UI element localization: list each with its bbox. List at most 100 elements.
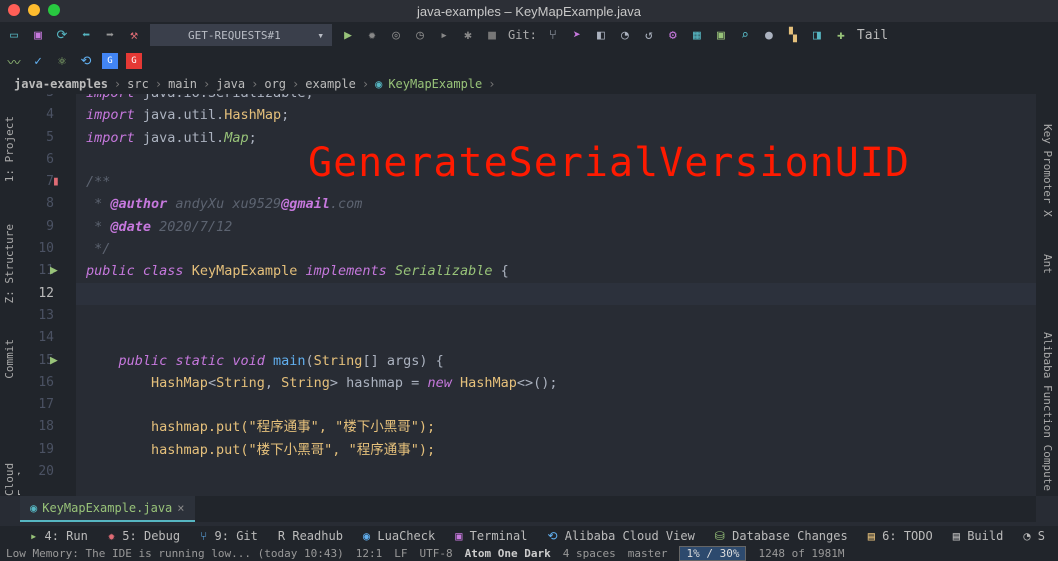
tool-build[interactable]: ▤ Build bbox=[953, 529, 1004, 543]
git-branch[interactable]: master bbox=[628, 547, 668, 560]
breadcrumb-main[interactable]: main bbox=[168, 77, 197, 91]
open-folder-icon[interactable]: ▭ bbox=[6, 27, 22, 43]
breadcrumb-org[interactable]: org bbox=[264, 77, 286, 91]
close-window-button[interactable] bbox=[8, 4, 20, 16]
status-message[interactable]: Low Memory: The IDE is running low... (t… bbox=[6, 547, 344, 560]
code-line[interactable]: * @date 2020/7/12 bbox=[76, 216, 1058, 238]
breadcrumb-src[interactable]: src bbox=[127, 77, 149, 91]
close-tab-icon[interactable]: × bbox=[177, 501, 184, 515]
line-number: 9 bbox=[46, 218, 54, 234]
caret-position[interactable]: 12:1 bbox=[356, 547, 383, 560]
tool-terminal[interactable]: ▣ Terminal bbox=[455, 529, 527, 543]
code-line[interactable] bbox=[76, 327, 1058, 349]
tool-run[interactable]: ▸ 4: Run bbox=[30, 529, 88, 543]
theme[interactable]: Atom One Dark bbox=[465, 547, 551, 560]
tool-ant[interactable]: Ant bbox=[1041, 254, 1054, 274]
build-hammer-icon[interactable]: ⚒ bbox=[126, 27, 142, 43]
code-line[interactable]: hashmap.put("楼下小黑哥", "程序通事"); bbox=[76, 439, 1058, 461]
tool-luacheck[interactable]: ◉ LuaCheck bbox=[363, 529, 435, 543]
git-compare-icon[interactable]: ◧ bbox=[593, 27, 609, 43]
run-config-select[interactable]: GET-REQUESTS#1 ▾ bbox=[150, 24, 332, 46]
search-icon[interactable]: ⌕ bbox=[737, 27, 753, 43]
tool-alibaba-function-compute[interactable]: Alibaba Function Compute bbox=[1041, 332, 1054, 491]
settings-gear-icon[interactable]: ⚙ bbox=[665, 27, 681, 43]
check-circle-icon[interactable]: ✓ bbox=[30, 53, 46, 69]
line-number: 7 ▮ bbox=[20, 171, 60, 193]
line-number: 6 bbox=[46, 151, 54, 167]
atom-icon[interactable]: ⚛ bbox=[54, 53, 70, 69]
code-line[interactable]: */ bbox=[76, 238, 1058, 260]
tool-project[interactable]: 1: Project bbox=[3, 116, 16, 182]
line-number: 15 ▶ bbox=[20, 350, 57, 372]
save-icon[interactable]: ▣ bbox=[30, 27, 46, 43]
encoding[interactable]: UTF-8 bbox=[420, 547, 453, 560]
code-line[interactable]: import java.util.HashMap; bbox=[76, 104, 1058, 126]
editor-tabs: ◉ KeyMapExample.java × bbox=[20, 496, 1036, 522]
cpu-usage: 1% / 30% bbox=[679, 546, 747, 561]
tool-git[interactable]: ⑂ 9: Git bbox=[200, 529, 258, 543]
code-line[interactable]: public static void main(String[] args) { bbox=[76, 350, 1058, 372]
attach-icon[interactable]: ✱ bbox=[460, 27, 476, 43]
run-dropdown-icon[interactable]: ▸ bbox=[436, 27, 452, 43]
breadcrumb-java[interactable]: java bbox=[216, 77, 245, 91]
tool-debug[interactable]: ✹ 5: Debug bbox=[108, 529, 180, 543]
tab-keymapexample[interactable]: ◉ KeyMapExample.java × bbox=[20, 496, 195, 522]
window-title: java-examples – KeyMapExample.java bbox=[417, 3, 641, 19]
debug-icon[interactable]: ✹ bbox=[364, 27, 380, 43]
back-icon[interactable]: ⬅ bbox=[78, 27, 94, 43]
git-branch-icon[interactable]: ⑂ bbox=[545, 27, 561, 43]
tool-commit[interactable]: Commit bbox=[3, 339, 16, 379]
memory-indicator[interactable]: 1248 of 1981M bbox=[758, 547, 844, 560]
code-line[interactable]: * @author andyXu xu9529@gmail.com bbox=[76, 193, 1058, 215]
zoom-window-button[interactable] bbox=[48, 4, 60, 16]
code-line[interactable]: HashMap<String, String> hashmap = new Ha… bbox=[76, 372, 1058, 394]
indent[interactable]: 4 spaces bbox=[563, 547, 616, 560]
plugin-icon[interactable]: ● bbox=[761, 27, 777, 43]
tool-more[interactable]: ◔ S bbox=[1023, 529, 1045, 543]
bookmark-icon[interactable]: ▮ bbox=[52, 171, 60, 193]
breadcrumb: java-examples › src › main › java › org › exa… bbox=[0, 74, 1058, 94]
line-number: 14 bbox=[38, 330, 54, 346]
git-push-icon[interactable]: ➤ bbox=[569, 27, 585, 43]
run-gutter-icon[interactable]: ▶ bbox=[50, 350, 58, 372]
line-number: 19 bbox=[38, 441, 54, 457]
code-line[interactable] bbox=[76, 305, 1058, 327]
code-line[interactable] bbox=[76, 394, 1058, 416]
tool-structure[interactable]: Z: Structure bbox=[3, 224, 16, 303]
puzzle-icon[interactable]: ✚ bbox=[833, 27, 849, 43]
terminal-icon[interactable]: ▣ bbox=[713, 27, 729, 43]
breadcrumb-example[interactable]: example bbox=[305, 77, 356, 91]
project-structure-icon[interactable]: ▦ bbox=[689, 27, 705, 43]
tool-key-promoter[interactable]: Key Promoter X bbox=[1041, 124, 1054, 217]
git-history-icon[interactable]: ◔ bbox=[617, 27, 633, 43]
tool-database-changes[interactable]: ⛁ Database Changes bbox=[715, 529, 848, 543]
code-line[interactable]: hashmap.put("程序通事", "楼下小黑哥"); bbox=[76, 416, 1058, 438]
tool-readhub[interactable]: R Readhub bbox=[278, 529, 343, 543]
overlay-caption: GenerateSerialVersionUID bbox=[308, 140, 910, 186]
coverage-icon[interactable]: ◎ bbox=[388, 27, 404, 43]
refresh-cloud-icon[interactable]: ⟲ bbox=[78, 53, 94, 69]
sync-icon[interactable]: ⟳ bbox=[54, 27, 70, 43]
tool-todo[interactable]: ▤ 6: TODO bbox=[868, 529, 933, 543]
activity-monitor-icon[interactable]: 〰 bbox=[6, 53, 22, 71]
tool-icon[interactable]: ◨ bbox=[809, 27, 825, 43]
profile-icon[interactable]: ◷ bbox=[412, 27, 428, 43]
git-rollback-icon[interactable]: ↺ bbox=[641, 27, 657, 43]
tool-alibaba-cloud-view[interactable]: ⟲ Alibaba Cloud View bbox=[547, 529, 694, 543]
forward-icon[interactable]: ➡ bbox=[102, 27, 118, 43]
breadcrumb-project[interactable]: java-examples bbox=[14, 77, 108, 91]
minimize-window-button[interactable] bbox=[28, 4, 40, 16]
run-icon[interactable]: ▶ bbox=[340, 27, 356, 43]
color-icon[interactable]: ▚ bbox=[785, 27, 801, 43]
google-translate-icon[interactable]: G bbox=[102, 53, 118, 69]
run-gutter-icon[interactable]: ▶ bbox=[50, 260, 58, 282]
tail-button[interactable]: Tail bbox=[857, 28, 888, 43]
code-line[interactable]: public class KeyMapExample implements Se… bbox=[76, 260, 1058, 282]
code-line[interactable]: import java.io.Serializable; bbox=[76, 94, 1058, 104]
line-separator[interactable]: LF bbox=[394, 547, 407, 560]
google-translate-red-icon[interactable]: G bbox=[126, 53, 142, 69]
stop-icon[interactable]: ■ bbox=[484, 27, 500, 43]
code-line[interactable] bbox=[76, 282, 1058, 305]
breadcrumb-class[interactable]: KeyMapExample bbox=[388, 77, 482, 91]
code-line[interactable] bbox=[76, 461, 1058, 483]
